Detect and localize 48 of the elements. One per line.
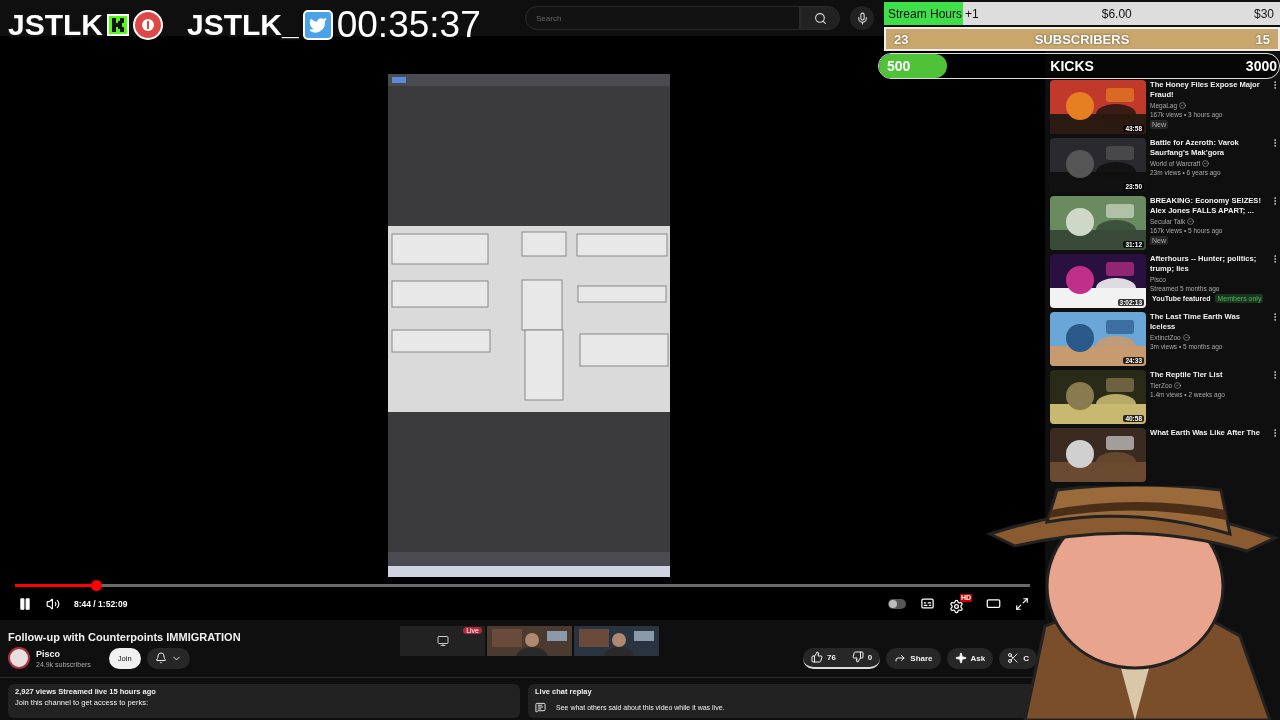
settings-icon xyxy=(949,598,964,614)
video-title: Follow-up with Counterpoints IMMIGRATION xyxy=(8,631,241,643)
goal-target: 3000 xyxy=(1245,58,1277,74)
thumbs-down-icon xyxy=(851,651,864,663)
bird-icon xyxy=(302,10,333,40)
goal-current: 500 xyxy=(887,58,911,74)
volume-icon xyxy=(46,596,60,611)
search-icon xyxy=(813,11,827,25)
chat-icon xyxy=(535,702,546,713)
time-display: 8:44 / 1:52:09 xyxy=(74,598,128,609)
goal-current: $6.00 xyxy=(1101,6,1132,21)
channel-avatar xyxy=(8,647,30,669)
scissors-icon xyxy=(1007,652,1020,664)
dislike-button[interactable]: 0 xyxy=(843,647,881,667)
stream-timer: 00:35:37 xyxy=(336,4,481,46)
goal-target: $30 xyxy=(1253,6,1274,21)
expand-icon xyxy=(1015,596,1029,611)
clip-button[interactable]: C xyxy=(999,647,1037,669)
notifications-button[interactable] xyxy=(146,647,190,669)
mic-icon xyxy=(855,11,869,25)
channel-name[interactable]: Pisco xyxy=(36,648,91,659)
goal-increment: +1 xyxy=(965,6,979,21)
sparkle-icon xyxy=(954,652,967,664)
goal-label: Stream Hours xyxy=(888,6,963,21)
subtitles-button[interactable] xyxy=(920,596,935,611)
captions-icon xyxy=(920,596,935,611)
like-button[interactable]: 76 xyxy=(802,647,844,667)
mic-button[interactable] xyxy=(850,6,874,30)
thumbs-up-icon xyxy=(810,651,823,663)
goal-label: KICKS xyxy=(1050,58,1094,74)
share-button[interactable]: Share xyxy=(886,647,941,669)
share-icon xyxy=(894,652,907,664)
bell-icon xyxy=(154,652,167,664)
logo-text: JSTLK xyxy=(8,8,103,42)
goal-current: 23 xyxy=(894,31,909,47)
pause-icon xyxy=(18,596,32,611)
autoplay-toggle[interactable] xyxy=(888,598,906,609)
volume-button[interactable] xyxy=(46,596,60,611)
theater-button[interactable] xyxy=(986,596,1001,611)
fullscreen-button[interactable] xyxy=(1015,596,1029,611)
goal-label: SUBSCRIBERS xyxy=(1034,31,1130,47)
rectangle-icon xyxy=(986,596,1001,611)
search-button[interactable] xyxy=(800,6,840,30)
logo-text: JSTLK_ xyxy=(187,8,299,42)
goal-target: 15 xyxy=(1255,31,1270,47)
ask-button[interactable]: Ask xyxy=(946,647,994,669)
pause-button[interactable] xyxy=(18,596,32,611)
monitor-icon xyxy=(436,635,449,647)
